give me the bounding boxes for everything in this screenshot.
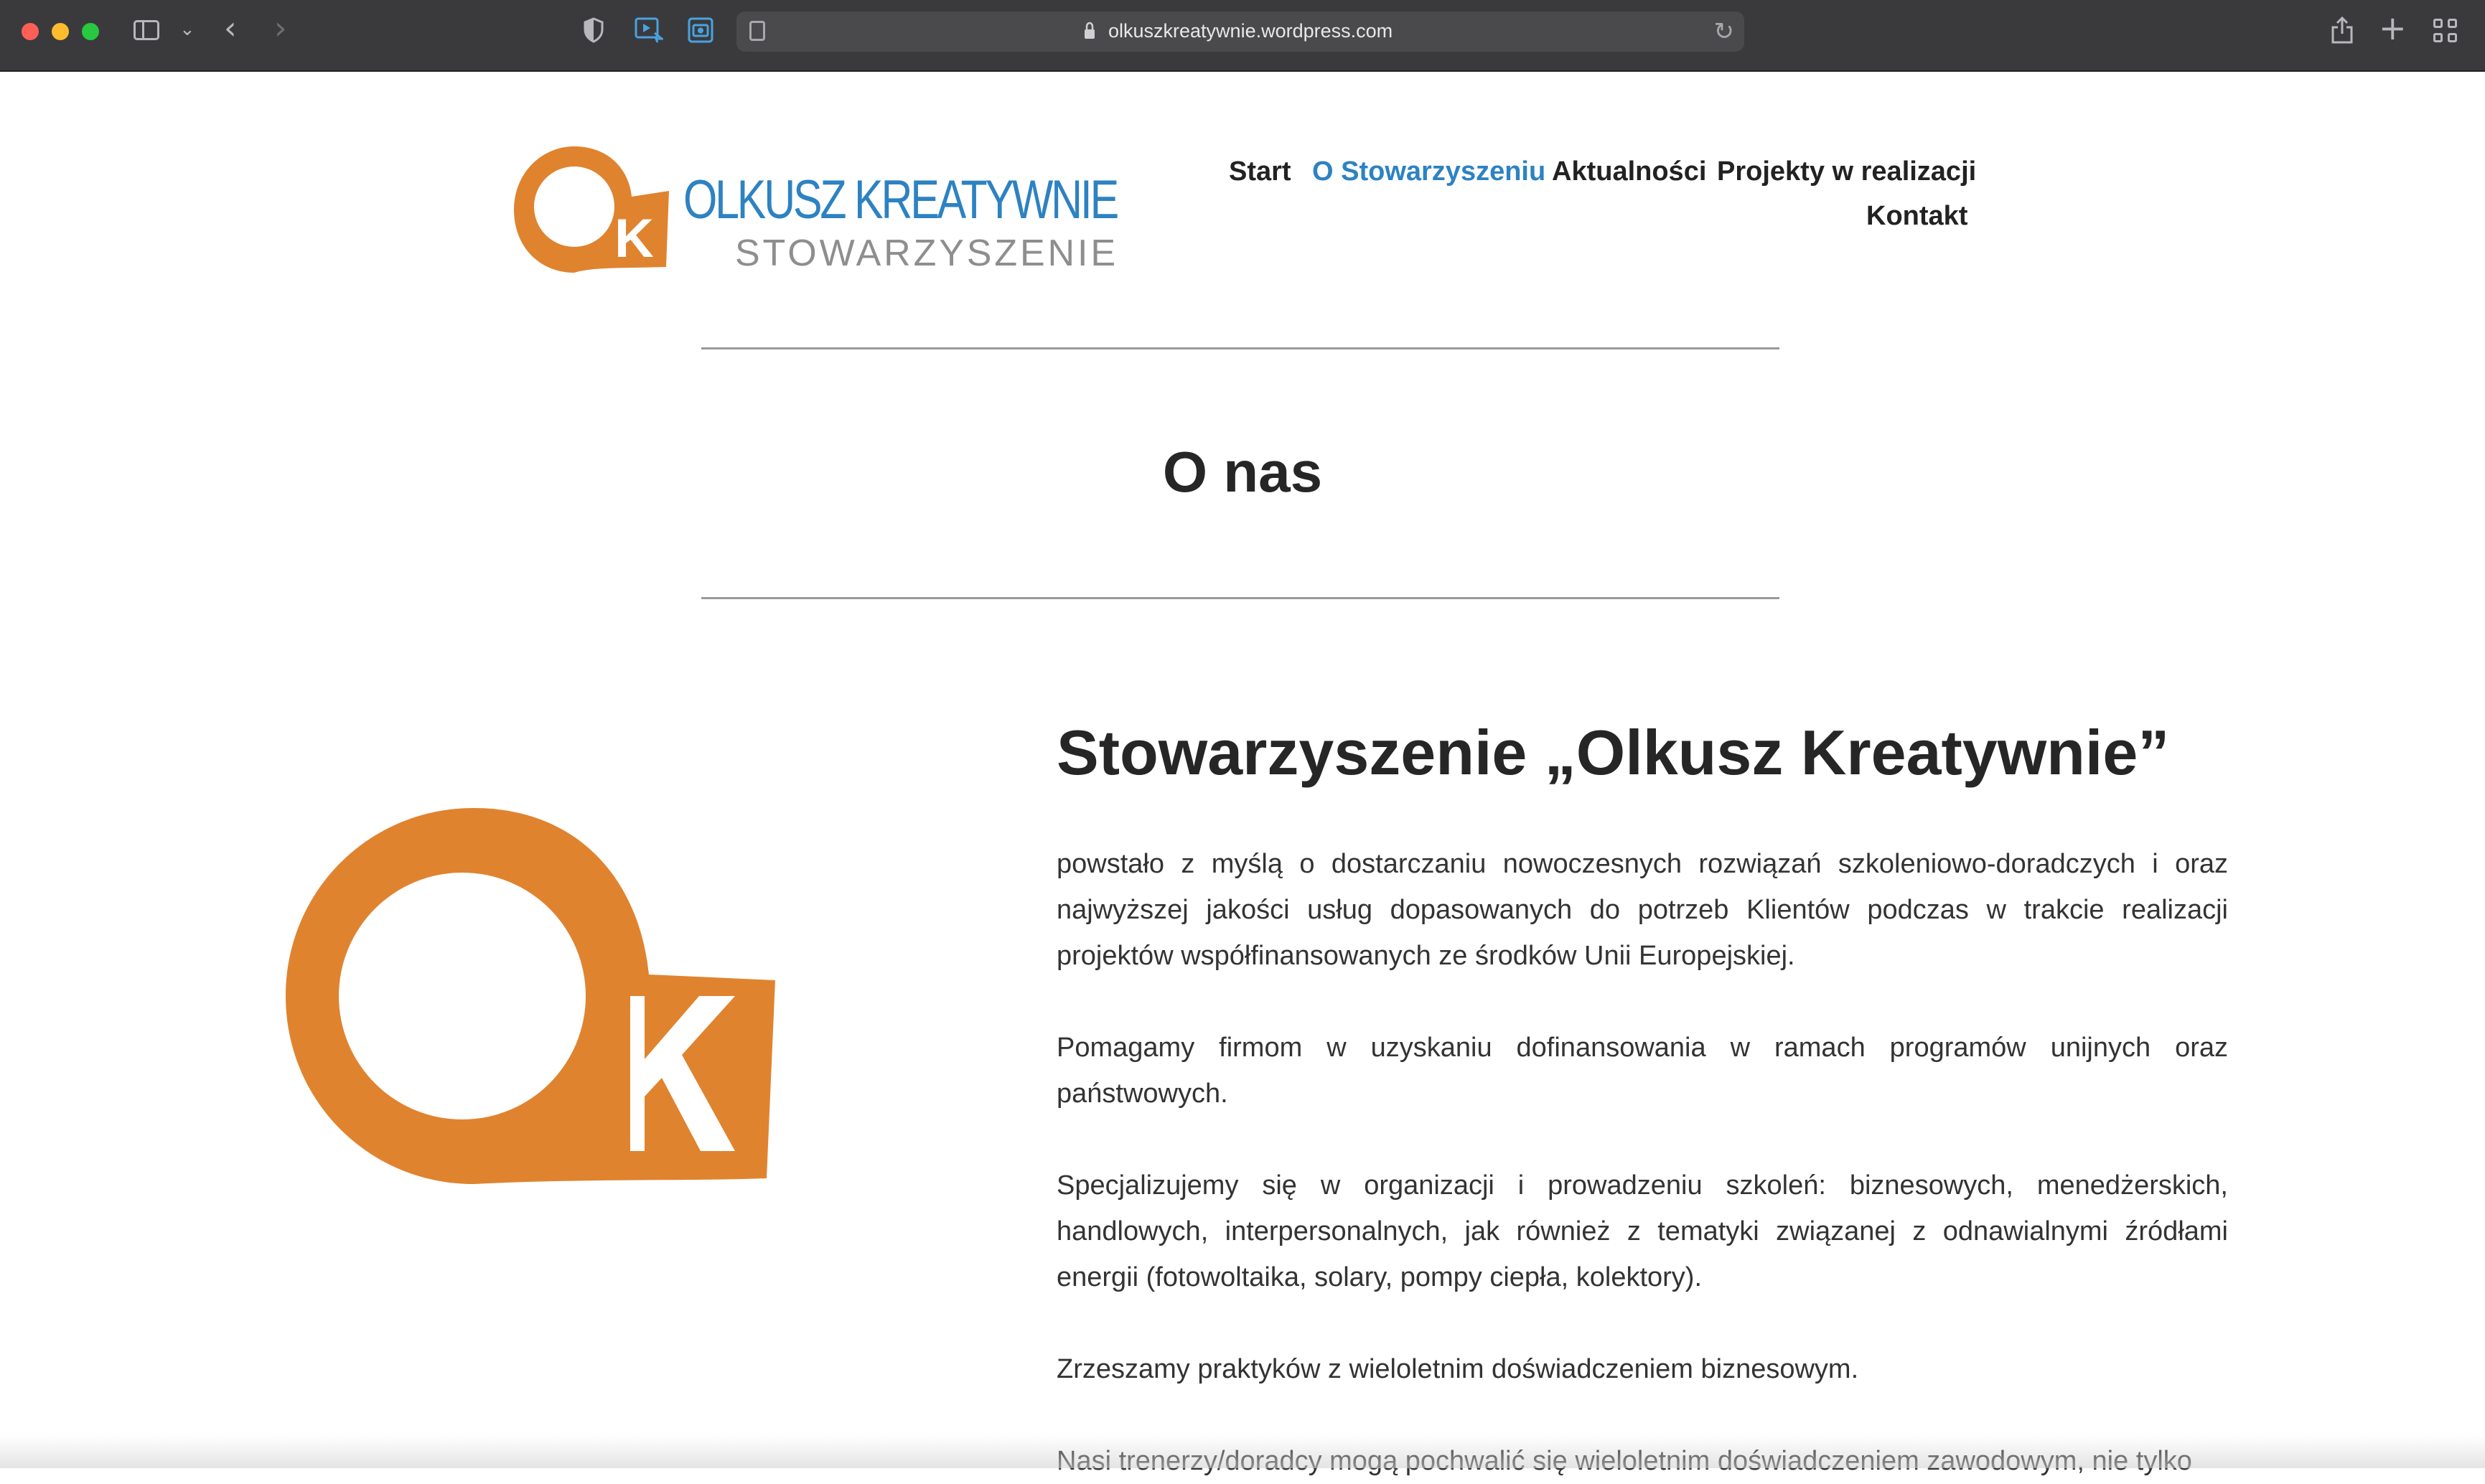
browser-toolbar: ⌄ ‹ › olkuszkreatywnie.wordpress.com ↻ + (0, 0, 2485, 72)
logo-title: OLKUSZ KREATYWNIE (683, 169, 1118, 230)
title-divider-top (701, 347, 1779, 349)
minimize-window-icon[interactable] (52, 23, 69, 40)
viewport-bottom-fade (0, 1435, 2485, 1468)
lock-icon (1084, 22, 1095, 40)
url-text[interactable]: olkuszkreatywnie.wordpress.com (1108, 20, 1393, 42)
logo-mark-letter: K (614, 208, 654, 269)
page-title: O nas (1162, 440, 1323, 504)
nav-item-start[interactable]: Start (1229, 156, 1291, 187)
screenshot-extension-icon[interactable] (688, 17, 713, 43)
share-icon[interactable] (2330, 16, 2354, 44)
title-divider-bottom (701, 597, 1779, 599)
content-logo-image (286, 808, 778, 1184)
address-bar[interactable]: olkuszkreatywnie.wordpress.com ↻ (736, 11, 1744, 52)
privacy-shield-icon[interactable] (583, 17, 604, 43)
extension-icon[interactable] (635, 17, 665, 43)
zoom-window-icon[interactable] (82, 23, 99, 40)
paragraph-practitioners: Zrzeszamy praktyków z wieloletnim doświa… (1057, 1354, 1859, 1384)
reader-icon[interactable] (749, 21, 765, 41)
section-heading: Stowarzyszenie „Olkusz Kreatywnie” (1057, 717, 2170, 788)
nav-item-aktualnosci[interactable]: Aktualności (1552, 156, 1706, 187)
reload-icon[interactable]: ↻ (1714, 17, 1735, 46)
new-tab-icon[interactable]: + (2379, 11, 2407, 44)
site-logo[interactable]: K OLKUSZ KREATYWNIE STOWARZYSZENIE (514, 146, 1120, 274)
forward-arrow-icon[interactable]: › (274, 13, 287, 44)
back-arrow-icon[interactable]: ‹ (224, 13, 237, 44)
chevron-down-icon[interactable]: ⌄ (179, 20, 195, 39)
sidebar-icon[interactable] (134, 20, 159, 40)
close-window-icon[interactable] (22, 23, 39, 40)
nav-item-o-stowarzyszeniu[interactable]: O Stowarzyszeniu (1312, 156, 1545, 187)
nav-item-projekty[interactable]: Projekty w realizacji (1717, 156, 1976, 187)
paragraph-funding: Pomagamy firmom w uzyskaniu dofinansowan… (1057, 1033, 2228, 1109)
logo-subtitle: STOWARZYSZENIE (735, 233, 1115, 274)
nav-item-kontakt[interactable]: Kontakt (1866, 201, 1967, 232)
tab-overview-icon[interactable] (2433, 19, 2458, 43)
paragraph-intro: powstało z myślą o dostarczaniu nowoczes… (1057, 849, 2228, 971)
paragraph-specialization: Specjalizujemy się w organizacji i prowa… (1057, 1170, 2228, 1292)
